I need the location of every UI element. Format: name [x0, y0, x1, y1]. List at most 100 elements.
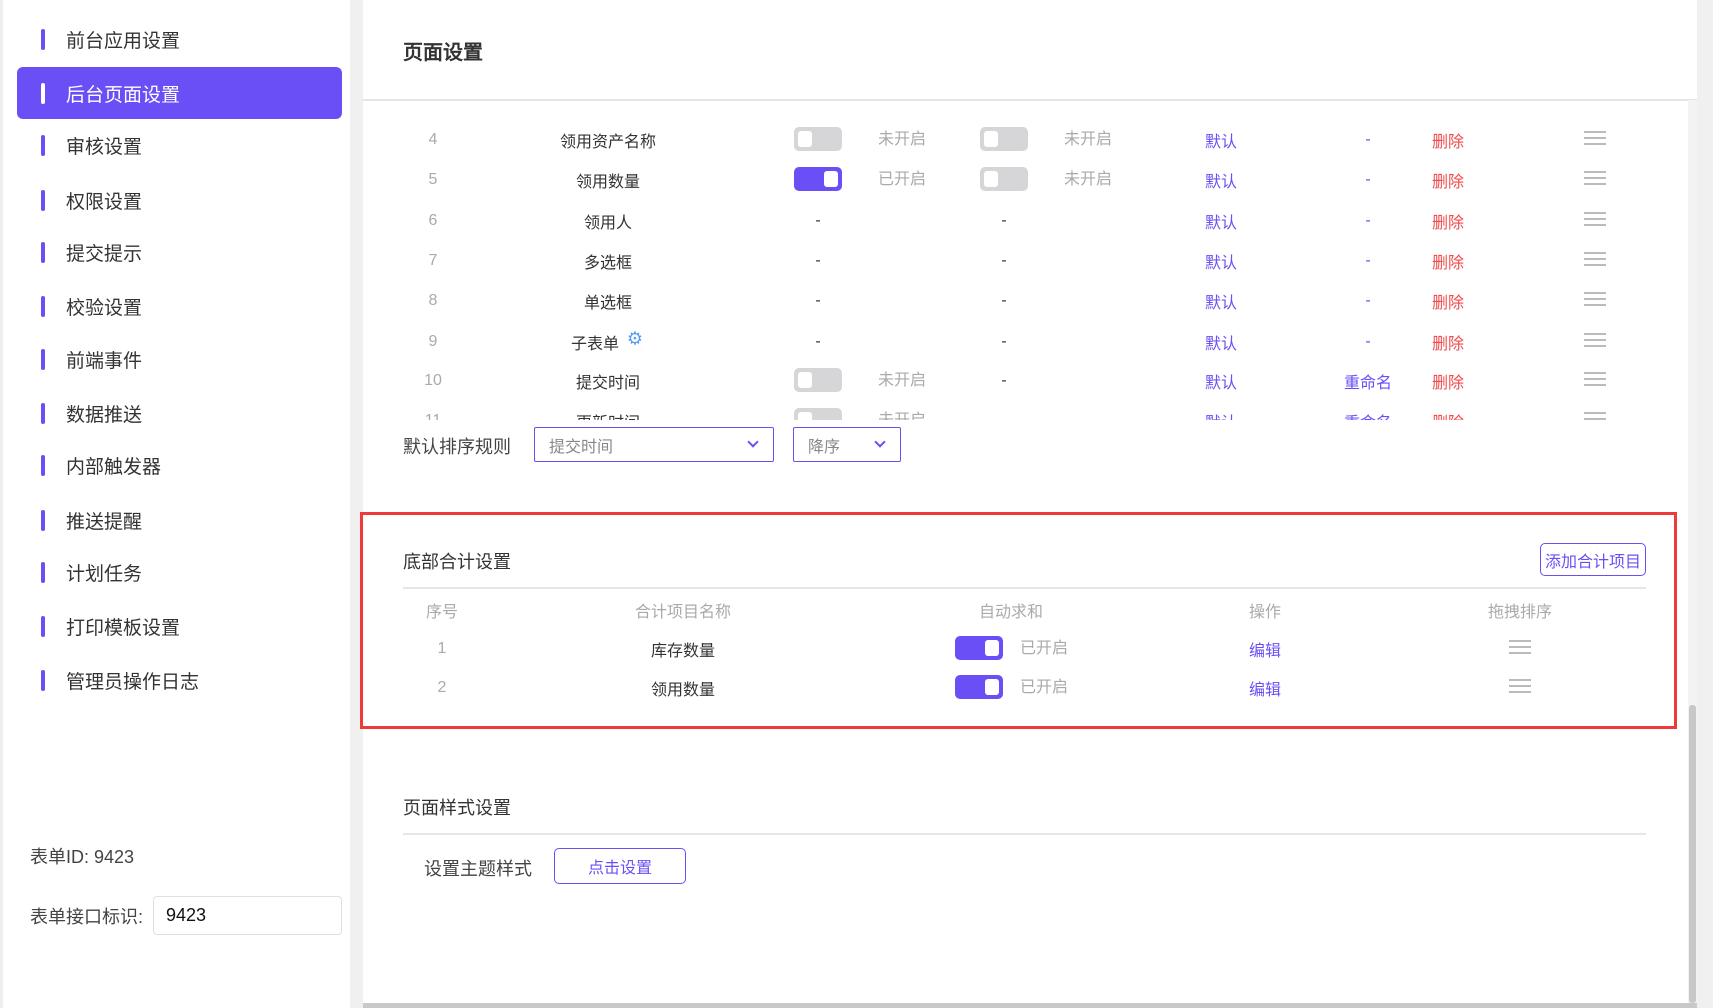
drag-handle-icon[interactable] — [1584, 252, 1606, 266]
sidebar-item[interactable]: 校验设置 — [17, 280, 342, 332]
default-link[interactable]: 默认 — [1205, 249, 1237, 273]
sidebar-item[interactable]: 数据推送 — [17, 387, 342, 439]
default-link[interactable]: 默认 — [1205, 168, 1237, 192]
delete-link[interactable]: 删除 — [1432, 330, 1464, 354]
rename-link[interactable]: 重命名 — [1344, 409, 1392, 420]
delete-link[interactable]: 删除 — [1432, 128, 1464, 152]
edit-link[interactable]: 编辑 — [1249, 637, 1281, 661]
rename-link[interactable]: - — [1365, 212, 1370, 230]
default-link[interactable]: 默认 — [1205, 409, 1237, 420]
sidebar-item[interactable]: 管理员操作日志 — [17, 654, 342, 706]
auto-sum-status: 已开启 — [1019, 640, 1069, 657]
edit-link[interactable]: 编辑 — [1249, 676, 1281, 700]
toggle-switch[interactable] — [794, 167, 842, 191]
gear-icon[interactable]: ⚙ — [627, 329, 643, 350]
sidebar-item-marker — [41, 562, 45, 583]
delete-link[interactable]: 删除 — [1432, 168, 1464, 192]
drag-handle-icon[interactable] — [1584, 412, 1606, 420]
sort-field-value: 提交时间 — [549, 438, 614, 456]
sidebar-item[interactable]: 推送提醒 — [17, 494, 342, 546]
toggle-switch[interactable] — [794, 368, 842, 392]
default-link[interactable]: 默认 — [1205, 209, 1237, 233]
empty-value: - — [1001, 252, 1007, 269]
drag-handle-icon[interactable] — [1584, 333, 1606, 347]
default-link[interactable]: 默认 — [1205, 330, 1237, 354]
sidebar-item[interactable]: 计划任务 — [17, 546, 342, 598]
sidebar-item-marker — [41, 242, 45, 263]
drag-handle-icon[interactable] — [1509, 679, 1531, 693]
toggle-switch[interactable] — [980, 167, 1028, 191]
sidebar-item[interactable]: 后台页面设置 — [17, 67, 342, 119]
drag-handle-icon[interactable] — [1584, 212, 1606, 226]
rename-link[interactable]: - — [1365, 252, 1370, 270]
drag-handle-icon[interactable] — [1584, 131, 1606, 145]
rename-link[interactable]: - — [1365, 171, 1370, 189]
default-link[interactable]: 默认 — [1205, 369, 1237, 393]
add-summary-item-button[interactable]: 添加合计项目 — [1540, 543, 1646, 576]
row-index: 6 — [428, 212, 438, 229]
drag-handle-icon[interactable] — [1584, 292, 1606, 306]
sidebar-item-marker — [41, 83, 45, 104]
sidebar: 前台应用设置 后台页面设置审核设置权限设置 提交提示 校验设置 前端事件数据推送内部触发… — [0, 0, 350, 1008]
style-title: 页面样式设置 — [403, 798, 511, 818]
field-name: 领用人 — [583, 215, 633, 232]
drag-handle-icon[interactable] — [1584, 171, 1606, 185]
sidebar-item-marker — [41, 296, 45, 317]
summary-column-header: 拖拽排序 — [1487, 604, 1553, 621]
summary-column-header: 序号 — [425, 604, 459, 621]
toggle-status: 未开启 — [1063, 131, 1113, 148]
sidebar-item-marker — [41, 670, 45, 691]
delete-link[interactable]: 删除 — [1432, 249, 1464, 273]
form-id: 表单ID: 9423 — [30, 847, 135, 867]
delete-link[interactable]: 删除 — [1432, 209, 1464, 233]
default-link[interactable]: 默认 — [1205, 128, 1237, 152]
auto-sum-toggle[interactable] — [955, 636, 1003, 660]
drag-handle-icon[interactable] — [1509, 640, 1531, 654]
sidebar-item[interactable]: 打印模板设置 — [17, 600, 342, 652]
delete-link[interactable]: 删除 — [1432, 289, 1464, 313]
sidebar-item-marker — [41, 190, 45, 211]
scrollbar[interactable] — [1688, 100, 1697, 1003]
row-index: 10 — [424, 372, 442, 389]
sidebar-item[interactable]: 前台应用设置 — [17, 13, 342, 65]
summary-title: 底部合计设置 — [403, 552, 511, 572]
chevron-down-icon — [874, 436, 886, 448]
rename-link[interactable]: - — [1365, 333, 1370, 351]
toggle-status: 未开启 — [877, 372, 927, 389]
empty-value: - — [815, 333, 821, 350]
delete-link[interactable]: 删除 — [1432, 369, 1464, 393]
toggle-status: 未开启 — [877, 131, 927, 148]
sort-field-select[interactable]: 提交时间 — [534, 427, 774, 462]
rename-link[interactable]: - — [1365, 292, 1370, 310]
api-label: 表单接口标识: — [30, 907, 144, 927]
toggle-status: 已开启 — [877, 171, 927, 188]
sidebar-item-label: 审核设置 — [66, 136, 143, 158]
delete-link[interactable]: 删除 — [1432, 409, 1464, 420]
rename-link[interactable]: 重命名 — [1344, 369, 1392, 393]
api-identifier-input[interactable] — [153, 896, 342, 935]
sidebar-item[interactable]: 审核设置 — [17, 119, 342, 171]
default-link[interactable]: 默认 — [1205, 289, 1237, 313]
row-index: 8 — [428, 292, 438, 309]
sidebar-item-label: 数据推送 — [66, 404, 143, 426]
sidebar-item[interactable]: 权限设置 — [17, 174, 342, 226]
auto-sum-status: 已开启 — [1019, 679, 1069, 696]
sidebar-item-label: 打印模板设置 — [66, 617, 181, 639]
sort-order-select[interactable]: 降序 — [793, 427, 901, 462]
sidebar-item[interactable]: 内部触发器 — [17, 439, 342, 491]
field-name: 领用资产名称 — [559, 134, 657, 151]
theme-settings-button[interactable]: 点击设置 — [554, 848, 686, 884]
toggle-switch[interactable] — [794, 408, 842, 420]
drag-handle-icon[interactable] — [1584, 372, 1606, 386]
auto-sum-toggle[interactable] — [955, 675, 1003, 699]
toggle-switch[interactable] — [980, 127, 1028, 151]
sidebar-item[interactable]: 提交提示 — [17, 226, 342, 278]
sidebar-item[interactable]: 前端事件 — [17, 333, 342, 385]
summary-column-header: 自动求和 — [978, 604, 1044, 621]
field-name: 提交时间 — [575, 375, 641, 392]
empty-value: - — [1001, 292, 1007, 309]
sidebar-item-label: 推送提醒 — [66, 511, 143, 533]
summary-row: 2 领用数量 已开启 编辑 — [363, 0, 1531, 699]
toggle-switch[interactable] — [794, 127, 842, 151]
rename-link[interactable]: - — [1365, 131, 1370, 149]
